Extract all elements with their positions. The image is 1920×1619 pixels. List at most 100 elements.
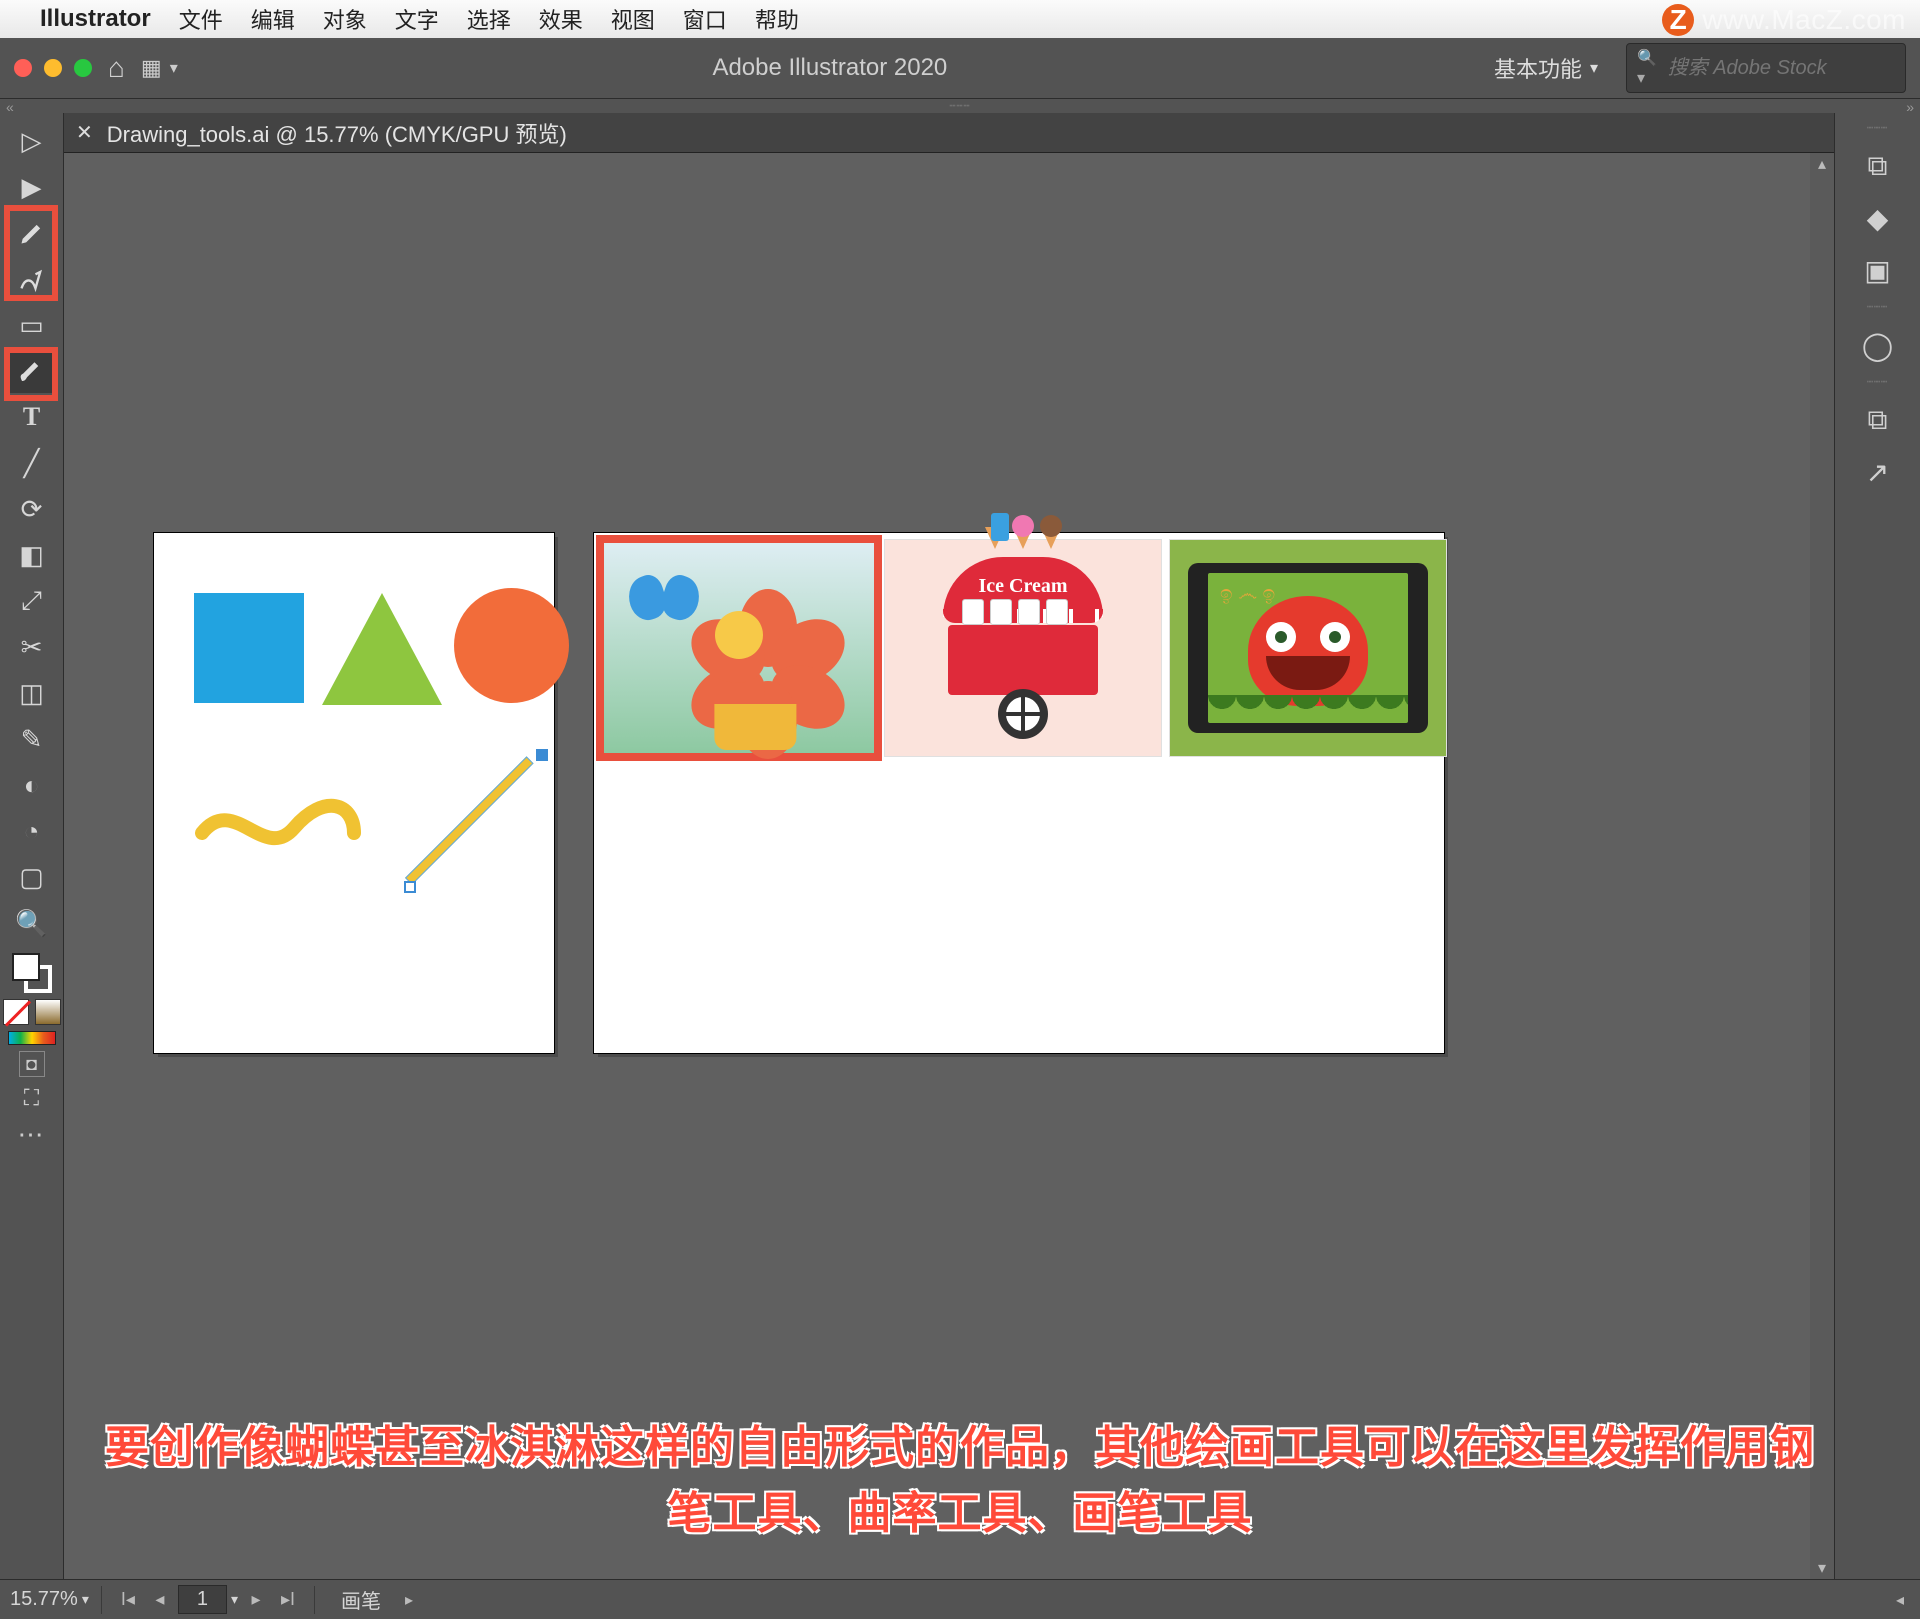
next-artboard-icon[interactable]: ▸ [242, 1586, 270, 1614]
screen-mode-icon[interactable]: ⛶ [17, 1083, 47, 1113]
selection-tool[interactable]: ▷ [10, 119, 54, 163]
menu-file[interactable]: 文件 [179, 3, 223, 35]
artboard-tool[interactable]: ▢ [10, 855, 54, 899]
left-toolbar: ▷ ▶ ▭ T ╱ ⟳ ◧ ⤢ ✂ ◫ ✎ ◐ ◔ ▢ 🔍 ◘ [0, 113, 64, 1579]
last-artboard-icon[interactable]: ▸I [274, 1586, 302, 1614]
menu-view[interactable]: 视图 [611, 3, 655, 35]
watermark: Zwww.MacZ.com [1662, 4, 1906, 36]
thumbnail-icecream[interactable]: Ice Cream [884, 539, 1162, 757]
close-window-icon[interactable] [14, 59, 32, 77]
search-input[interactable] [1668, 57, 1895, 80]
scale-tool[interactable]: ⤢ [10, 579, 54, 623]
gripper-icon[interactable]: ┉┉┉ [20, 99, 1900, 113]
eyedropper-tool[interactable]: ✎ [10, 717, 54, 761]
document-tab[interactable]: ✕ Drawing_tools.ai @ 15.77% (CMYK/GPU 预览… [76, 117, 567, 149]
zoom-dropdown-icon[interactable]: ▾ [82, 1591, 89, 1608]
menu-window[interactable]: 窗口 [683, 3, 727, 35]
app-title: Adobe Illustrator 2020 [194, 54, 1466, 82]
edit-toolbar-icon[interactable]: ⋯ [18, 1119, 46, 1150]
search-icon: 🔍▾ [1637, 48, 1662, 88]
export-icon[interactable]: ↗ [1856, 450, 1900, 494]
arrange-documents[interactable]: ▦ ▾ [141, 55, 178, 81]
current-tool-label[interactable]: 画笔 [327, 1585, 395, 1614]
panel-gripper-icon[interactable]: ┉┉┉ [1835, 377, 1920, 388]
free-transform-tool[interactable]: ◫ [10, 671, 54, 715]
scroll-down-icon[interactable]: ▾ [1810, 1557, 1834, 1579]
shape-builder-tool[interactable]: ◔ [10, 809, 54, 853]
canvas[interactable]: Ice Cream ඉ ෴ ඉ [64, 153, 1834, 1579]
panel-grip-row: « ┉┉┉ » [0, 99, 1920, 113]
curvature-tool[interactable] [10, 257, 54, 301]
paintbrush-tool[interactable] [10, 349, 54, 393]
pen-tool[interactable] [10, 211, 54, 255]
color-spectrum-icon[interactable] [8, 1031, 56, 1045]
layers-panel-icon[interactable]: ◆ [1856, 196, 1900, 240]
artboard-gallery: Ice Cream ඉ ෴ ඉ [594, 533, 1444, 1053]
properties-panel-icon[interactable]: ⧉ [1856, 144, 1900, 188]
yellow-squiggle [194, 793, 364, 863]
green-triangle [322, 593, 442, 705]
app-name[interactable]: Illustrator [40, 5, 151, 33]
menu-effect[interactable]: 效果 [539, 3, 583, 35]
eraser-tool[interactable]: ◧ [10, 533, 54, 577]
artboard-shapes [154, 533, 554, 1053]
draw-mode-icon[interactable]: ◘ [19, 1051, 45, 1077]
app-titlebar: ⌂ ▦ ▾ Adobe Illustrator 2020 基本功能▾ 🔍▾ [0, 38, 1920, 99]
gradient-swatch-icon[interactable] [35, 999, 61, 1025]
prev-artboard-icon[interactable]: ◂ [146, 1586, 174, 1614]
status-bar: 15.77% ▾ I◂ ◂ 1 ▾ ▸ ▸I 画笔 ▸ ◂ [0, 1579, 1920, 1619]
status-dropdown-icon[interactable]: ▸ [399, 1590, 419, 1610]
appearance-panel-icon[interactable]: ◯ [1856, 323, 1900, 367]
artboard-dropdown-icon[interactable]: ▾ [231, 1591, 238, 1608]
first-artboard-icon[interactable]: I◂ [114, 1586, 142, 1614]
right-panel-dock: ┉┉┉ ⧉ ◆ ▣ ┉┉┉ ◯ ┉┉┉ ⧉ ↗ [1834, 113, 1920, 1579]
fill-swatch[interactable] [12, 953, 40, 981]
search-stock[interactable]: 🔍▾ [1626, 43, 1906, 93]
width-tool[interactable]: ✂ [10, 625, 54, 669]
libraries-panel-icon[interactable]: ▣ [1856, 248, 1900, 292]
none-color-icon[interactable] [3, 999, 29, 1025]
close-tab-icon[interactable]: ✕ [76, 120, 93, 145]
type-tool[interactable]: T [10, 395, 54, 439]
selected-line-segment[interactable] [404, 753, 544, 893]
fill-stroke-swatch[interactable] [12, 953, 52, 993]
hscroll-left-icon[interactable]: ◂ [1890, 1590, 1910, 1610]
menu-edit[interactable]: 编辑 [251, 3, 295, 35]
watermark-badge: Z [1662, 4, 1694, 36]
rotate-tool[interactable]: ⟳ [10, 487, 54, 531]
document-tab-title: Drawing_tools.ai @ 15.77% (CMYK/GPU 预览) [107, 117, 567, 149]
window-controls [14, 59, 92, 77]
fullscreen-window-icon[interactable] [74, 59, 92, 77]
artboard-number[interactable]: 1 [178, 1585, 227, 1614]
tutorial-caption: 要创作像蝴蝶甚至冰淇淋这样的自由形式的作品，其他绘画工具可以在这里发挥作用钢 笔… [0, 1415, 1920, 1547]
document-tabs: ✕ Drawing_tools.ai @ 15.77% (CMYK/GPU 预览… [64, 113, 1834, 153]
orange-circle [454, 588, 569, 703]
icecream-label: Ice Cream [943, 575, 1103, 598]
menu-help[interactable]: 帮助 [755, 3, 799, 35]
menu-object[interactable]: 对象 [323, 3, 367, 35]
menu-select[interactable]: 选择 [467, 3, 511, 35]
menu-type[interactable]: 文字 [395, 3, 439, 35]
thumbnail-flower[interactable] [600, 539, 878, 757]
minimize-window-icon[interactable] [44, 59, 62, 77]
panel-gripper-icon[interactable]: ┉┉┉ [1835, 302, 1920, 313]
workspace-switcher[interactable]: 基本功能▾ [1482, 48, 1610, 88]
anchor-point[interactable] [404, 881, 416, 893]
thumbnail-monster[interactable]: ඉ ෴ ඉ [1169, 539, 1447, 757]
asset-export-icon[interactable]: ⧉ [1856, 398, 1900, 442]
vertical-scrollbar[interactable]: ▴ ▾ [1810, 153, 1834, 1579]
zoom-tool[interactable]: 🔍 [10, 901, 54, 945]
scroll-up-icon[interactable]: ▴ [1810, 153, 1834, 175]
zoom-level[interactable]: 15.77% [10, 1588, 78, 1611]
mac-menubar: Illustrator 文件 编辑 对象 文字 选择 效果 视图 窗口 帮助 [0, 0, 1920, 38]
rectangle-tool[interactable]: ▭ [10, 303, 54, 347]
document-area: ✕ Drawing_tools.ai @ 15.77% (CMYK/GPU 预览… [64, 113, 1834, 1579]
collapse-left-icon[interactable]: « [0, 99, 20, 113]
collapse-right-icon[interactable]: » [1900, 99, 1920, 113]
gradient-tool[interactable]: ◐ [10, 763, 54, 807]
line-tool[interactable]: ╱ [10, 441, 54, 485]
anchor-point[interactable] [536, 749, 548, 761]
direct-selection-tool[interactable]: ▶ [10, 165, 54, 209]
panel-gripper-icon[interactable]: ┉┉┉ [1835, 123, 1920, 134]
home-icon[interactable]: ⌂ [108, 52, 125, 84]
